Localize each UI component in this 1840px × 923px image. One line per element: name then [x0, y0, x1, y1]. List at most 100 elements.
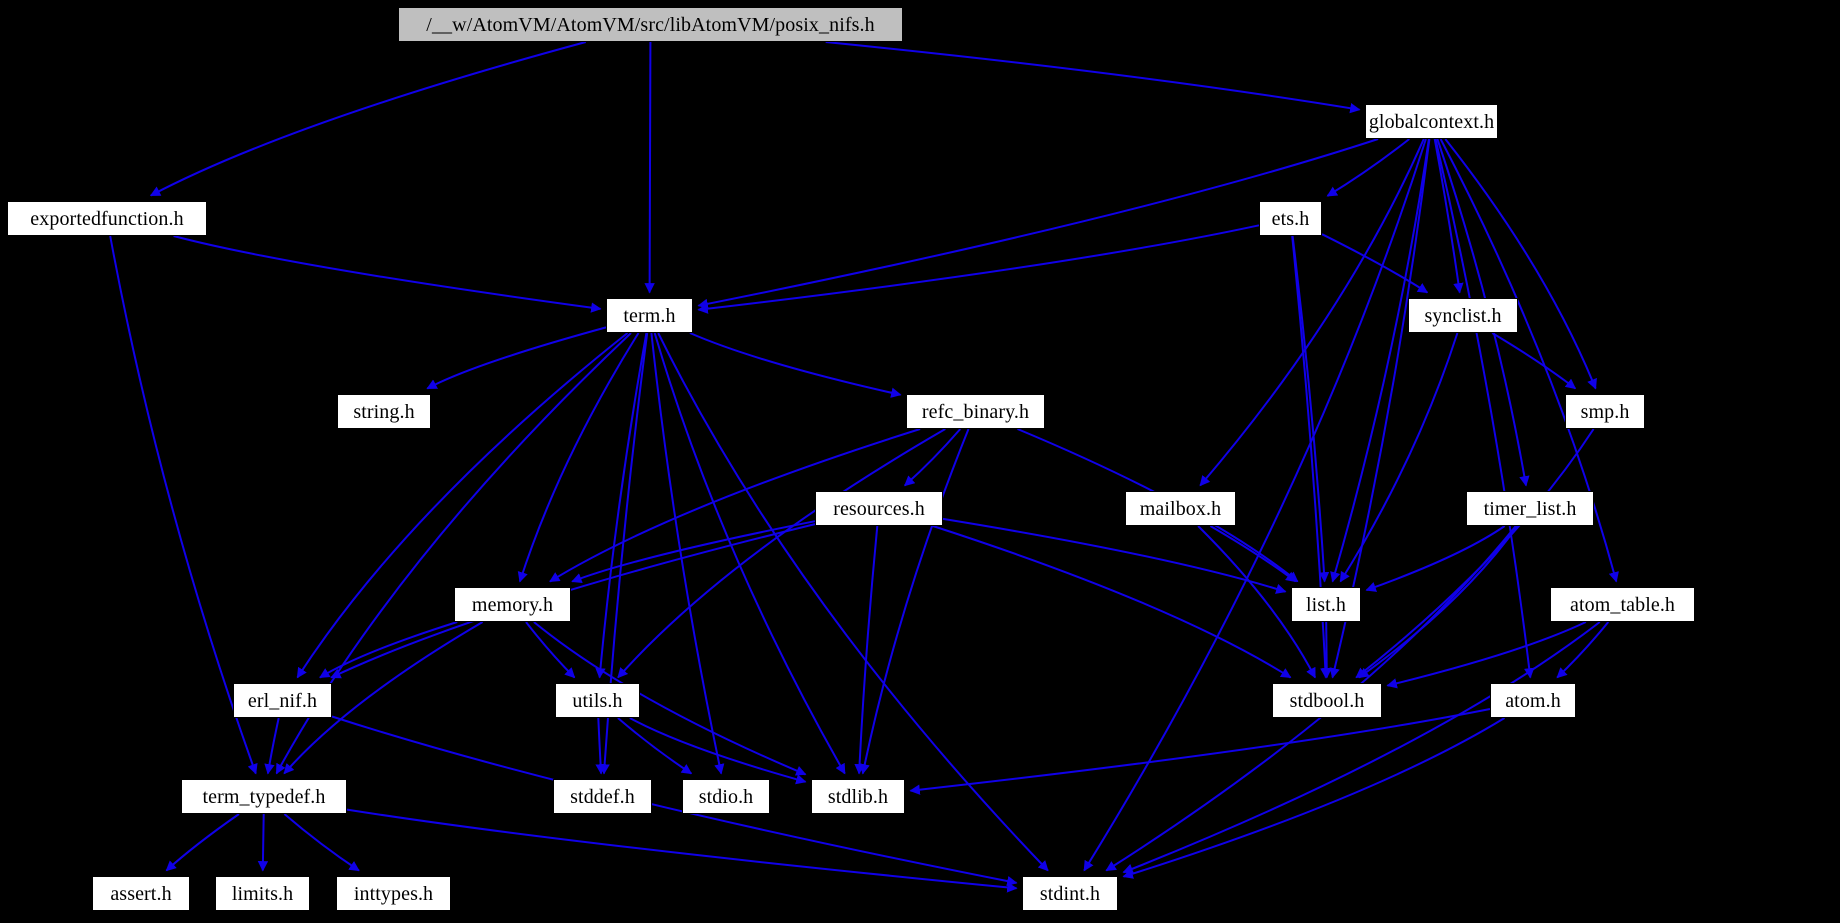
edge-ets-to-synclist: [1321, 233, 1429, 294]
dependency-graph-canvas: /__w/AtomVM/AtomVM/src/libAtomVM/posix_n…: [0, 0, 1840, 923]
node-exportedfunction[interactable]: exportedfunction.h: [7, 201, 207, 236]
edge-atom_table-to-stdbool: [1386, 621, 1587, 689]
edge-mailbox-to-list: [1209, 525, 1297, 583]
edge-term-to-memory: [517, 332, 640, 583]
edge-globalcontext-to-synclist: [1433, 138, 1464, 294]
node-stdint[interactable]: stdint.h: [1022, 876, 1118, 911]
edge-utils-to-stddef: [595, 717, 606, 775]
node-label-string: string.h: [353, 400, 415, 423]
edge-memory-to-utils: [525, 621, 576, 679]
edge-smp-to-stdbool: [1355, 428, 1595, 679]
edge-synclist-to-list: [1339, 332, 1459, 583]
node-label-stdbool: stdbool.h: [1289, 689, 1365, 712]
edge-refc_binary-to-resources: [904, 428, 962, 487]
node-memory[interactable]: memory.h: [454, 587, 571, 622]
node-atom_table[interactable]: atom_table.h: [1550, 587, 1695, 622]
node-limits[interactable]: limits.h: [215, 876, 310, 911]
edge-erl_nif-to-term_typedef: [264, 717, 280, 775]
node-label-limits: limits.h: [231, 882, 294, 905]
edge-resources-to-list: [942, 517, 1287, 594]
node-utils[interactable]: utils.h: [555, 683, 640, 718]
edge-list-to-stdbool: [1321, 621, 1332, 679]
node-refc_binary[interactable]: refc_binary.h: [906, 394, 1045, 429]
edge-term-to-string: [426, 326, 607, 390]
node-label-timer_list: timer_list.h: [1483, 497, 1577, 520]
node-inttypes[interactable]: inttypes.h: [336, 876, 451, 911]
edge-globalcontext-to-mailbox: [1199, 138, 1425, 487]
node-stdbool[interactable]: stdbool.h: [1272, 683, 1382, 718]
edge-resources-to-stdbool: [932, 525, 1292, 679]
node-label-atom: atom.h: [1505, 689, 1561, 712]
edge-term_typedef-to-assert: [165, 813, 240, 872]
edge-atom_table-to-atom: [1556, 621, 1610, 679]
edge-timer_list-to-list: [1365, 525, 1506, 592]
node-label-stdlib: stdlib.h: [827, 785, 889, 808]
node-list[interactable]: list.h: [1291, 587, 1361, 622]
node-label-term: term.h: [623, 304, 676, 327]
node-label-list: list.h: [1305, 593, 1347, 616]
node-label-assert: assert.h: [110, 882, 172, 905]
edge-refc_binary-to-stdlib: [859, 428, 970, 775]
edge-resources-to-memory: [571, 520, 816, 583]
edge-root-to-term: [644, 41, 655, 294]
edge-root-to-exportedfunction: [149, 41, 587, 197]
edge-globalcontext-to-list: [1330, 138, 1430, 583]
node-stddef[interactable]: stddef.h: [553, 779, 652, 814]
node-string[interactable]: string.h: [337, 394, 431, 429]
node-root[interactable]: /__w/AtomVM/AtomVM/src/libAtomVM/posix_n…: [398, 7, 903, 42]
node-label-erl_nif: erl_nif.h: [247, 689, 318, 712]
node-term_typedef[interactable]: term_typedef.h: [181, 779, 347, 814]
node-ets[interactable]: ets.h: [1259, 201, 1322, 236]
edge-globalcontext-to-ets: [1326, 138, 1410, 197]
node-label-stdint: stdint.h: [1039, 882, 1101, 905]
edge-term-to-utils: [595, 332, 648, 679]
edge-exportedfunction-to-term: [173, 235, 602, 313]
node-label-memory: memory.h: [471, 593, 554, 616]
node-label-synclist: synclist.h: [1424, 304, 1502, 327]
edge-synclist-to-smp: [1491, 332, 1577, 390]
edge-refc_binary-to-utils: [617, 428, 946, 679]
node-term[interactable]: term.h: [606, 298, 693, 333]
node-smp[interactable]: smp.h: [1565, 394, 1645, 429]
edge-root-to-globalcontext: [825, 41, 1361, 114]
node-label-smp: smp.h: [1580, 400, 1630, 423]
edge-resources-to-erl_nif: [330, 523, 816, 679]
edge-atom-to-stdlib: [909, 708, 1491, 795]
edge-term-to-refc_binary: [689, 332, 902, 398]
node-label-stddef: stddef.h: [570, 785, 635, 808]
node-globalcontext[interactable]: globalcontext.h: [1365, 104, 1498, 139]
node-timer_list[interactable]: timer_list.h: [1466, 491, 1594, 526]
node-erl_nif[interactable]: erl_nif.h: [233, 683, 332, 718]
node-resources[interactable]: resources.h: [815, 491, 943, 526]
edge-term-to-stdio: [650, 332, 725, 775]
node-label-atom_table: atom_table.h: [1569, 593, 1676, 616]
node-atom[interactable]: atom.h: [1490, 683, 1576, 718]
edge-resources-to-stdlib: [854, 525, 879, 775]
edge-timer_list-to-stdbool: [1358, 525, 1519, 679]
node-assert[interactable]: assert.h: [92, 876, 190, 911]
edges-group: [109, 41, 1619, 893]
edge-atom-to-stdint: [1122, 717, 1506, 879]
edge-ets-to-term: [697, 224, 1260, 314]
node-label-inttypes: inttypes.h: [353, 882, 434, 905]
edge-term_typedef-to-limits: [257, 813, 269, 872]
edge-term-to-erl_nif: [296, 332, 629, 679]
node-synclist[interactable]: synclist.h: [1408, 298, 1518, 333]
edge-atom_table-to-stdint: [1122, 621, 1601, 874]
node-label-root: /__w/AtomVM/AtomVM/src/libAtomVM/posix_n…: [426, 13, 875, 36]
node-label-exportedfunction: exportedfunction.h: [30, 207, 184, 230]
node-label-utils: utils.h: [572, 689, 623, 712]
node-label-mailbox: mailbox.h: [1139, 497, 1222, 520]
node-label-term_typedef: term_typedef.h: [202, 785, 326, 808]
edge-utils-to-stdlib: [629, 717, 807, 785]
node-stdlib[interactable]: stdlib.h: [811, 779, 905, 814]
node-stdio[interactable]: stdio.h: [682, 779, 770, 814]
node-mailbox[interactable]: mailbox.h: [1125, 491, 1236, 526]
node-label-resources: resources.h: [833, 497, 925, 520]
edge-globalcontext-to-smp: [1444, 138, 1597, 390]
node-label-globalcontext: globalcontext.h: [1368, 110, 1495, 133]
edge-term-to-stdlib: [653, 332, 846, 775]
edge-utils-to-stdio: [617, 717, 693, 775]
edge-globalcontext-to-atom: [1434, 138, 1535, 679]
edge-ets-to-list: [1291, 235, 1330, 583]
